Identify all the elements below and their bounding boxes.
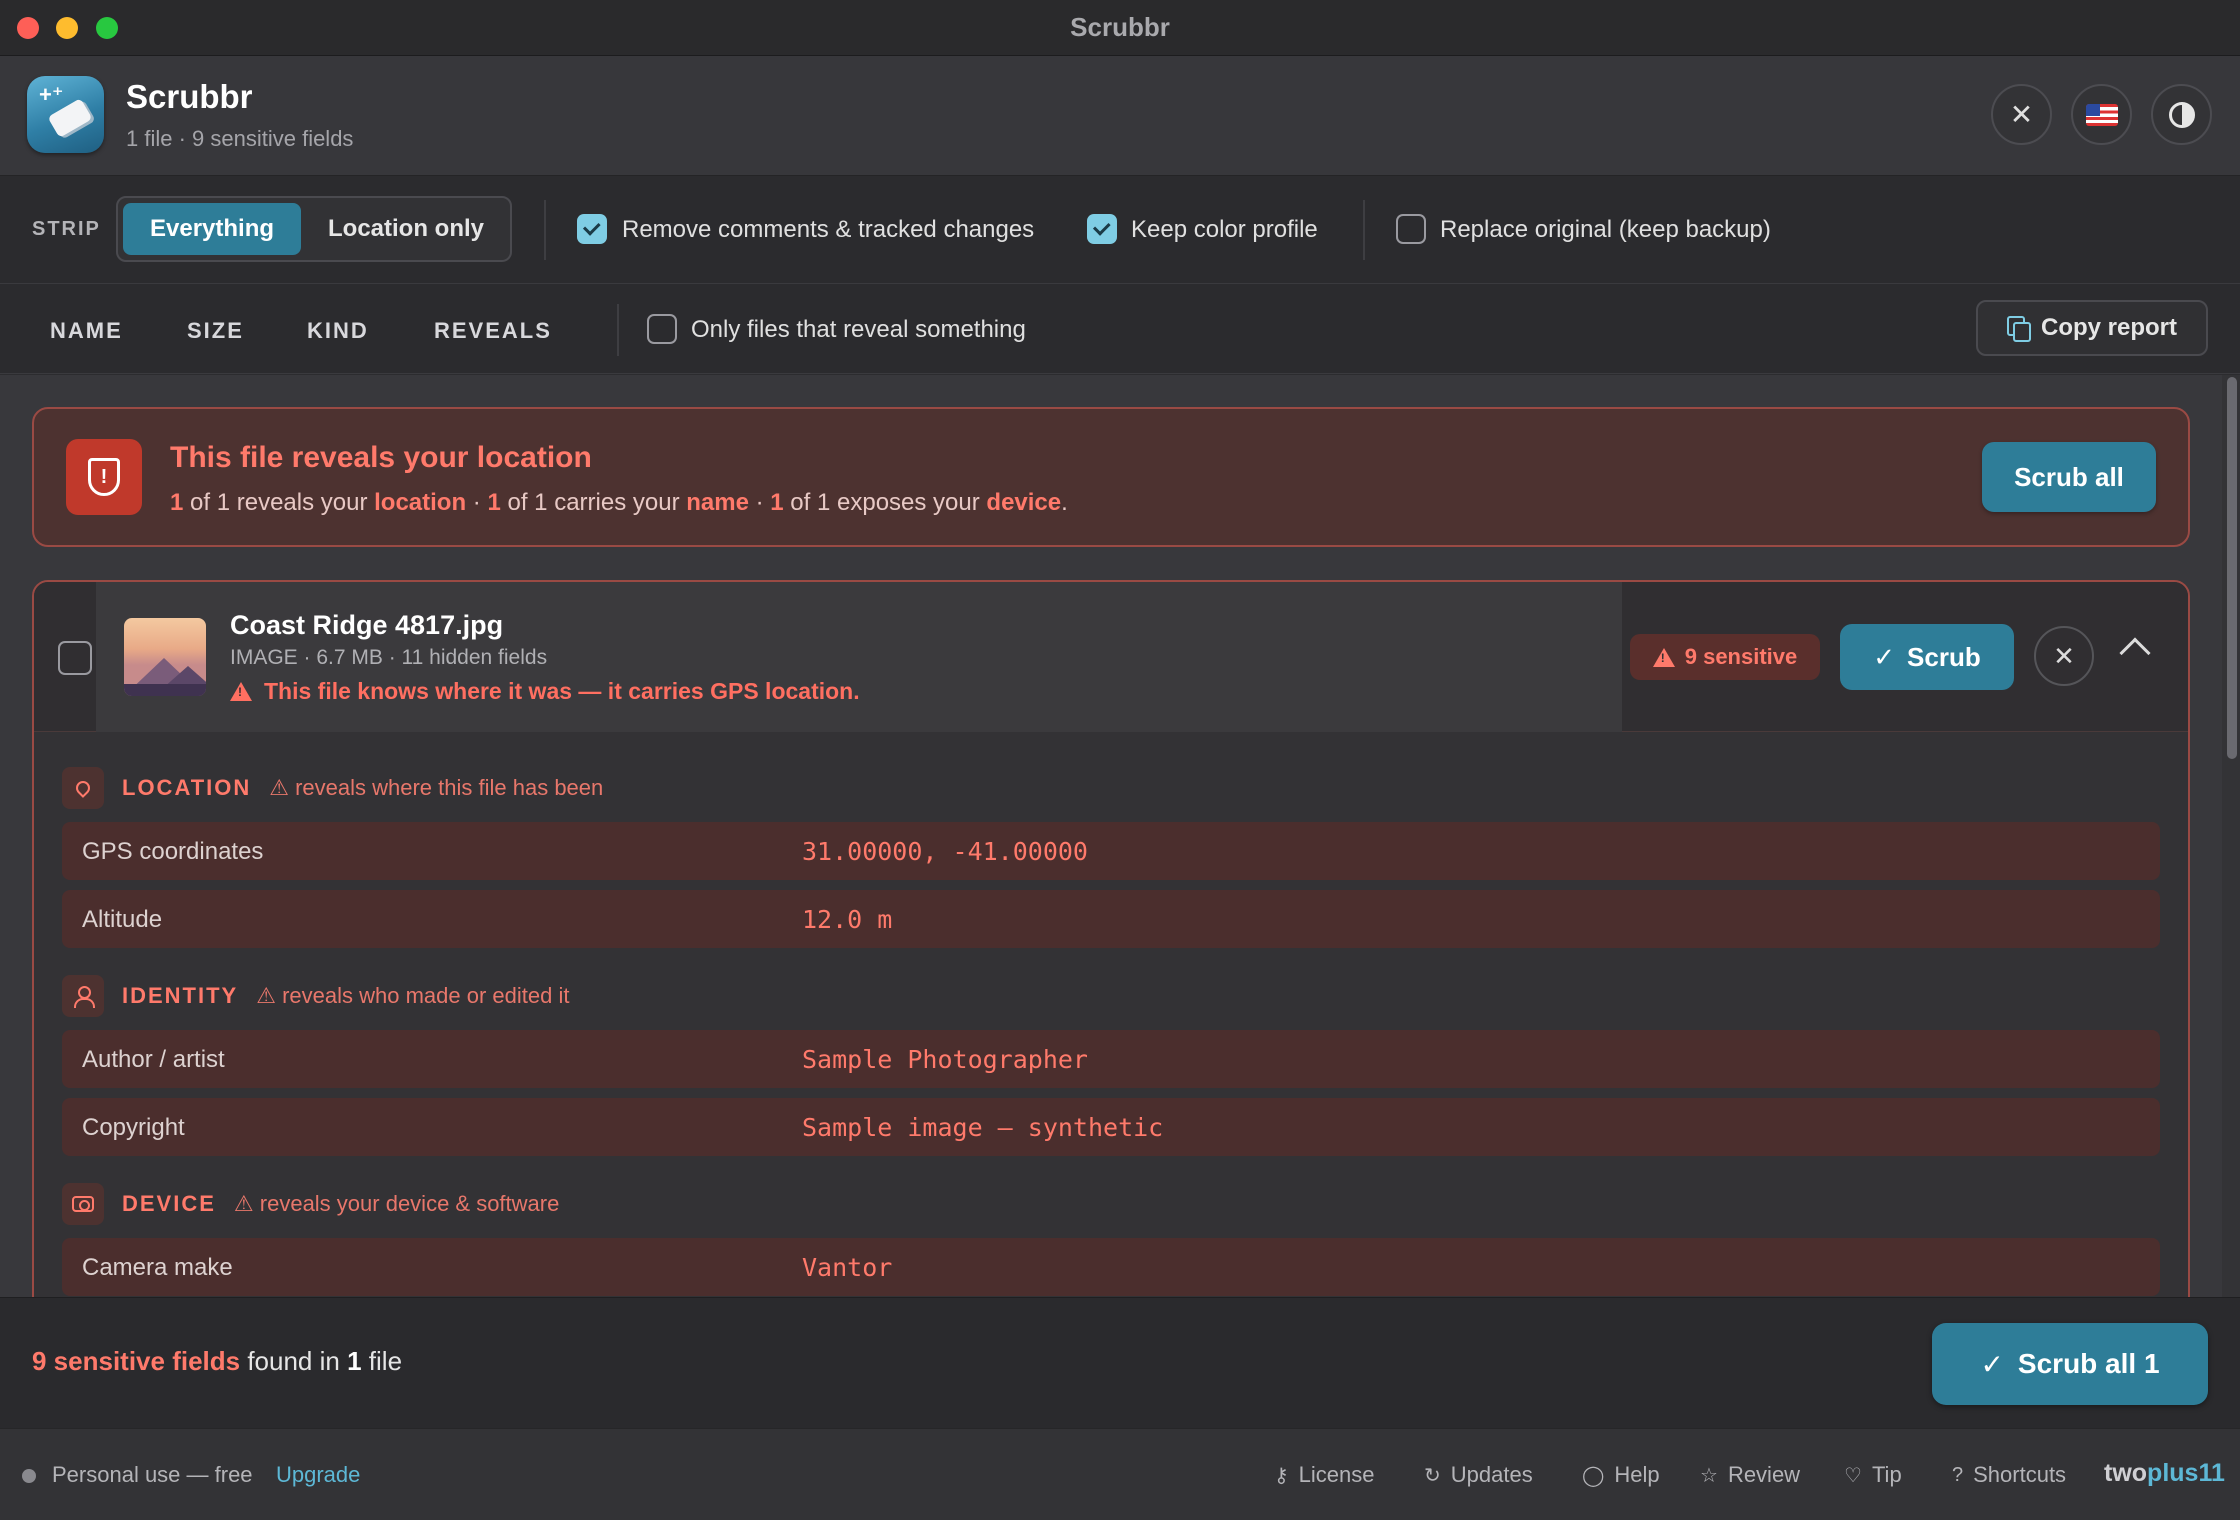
metadata-field-row: Altitude 12.0 m <box>62 890 2160 948</box>
replace-original-checkbox[interactable] <box>1396 214 1426 244</box>
file-thumbnail <box>124 618 206 696</box>
file-row[interactable]: Coast Ridge 4817.jpg IMAGE · 6.7 MB · 11… <box>34 582 2188 732</box>
shortcuts-link[interactable]: ? Shortcuts <box>1952 1462 2066 1488</box>
copy-report-label: Copy report <box>2040 314 2177 341</box>
device-section-header: DEVICE ⚠ reveals your device & software <box>62 1182 559 1226</box>
checkmark-icon: ✓ <box>1873 641 1896 672</box>
scrub-all-files-button[interactable]: ✓ Scrub all 1 <box>1932 1323 2208 1405</box>
location-section-header: LOCATION ⚠ reveals where this file has b… <box>62 766 603 810</box>
keep-color-profile-checkbox[interactable] <box>1087 214 1117 244</box>
remove-file-button[interactable]: ✕ <box>2034 626 2094 686</box>
app-subtitle: 1 file · 9 sensitive fields <box>126 126 354 151</box>
status-dot-icon <box>22 1469 36 1483</box>
divider <box>617 304 619 356</box>
star-icon: ☆ <box>1700 1464 1718 1487</box>
contrast-icon <box>2168 101 2195 128</box>
file-name: Coast Ridge 4817.jpg <box>230 610 504 640</box>
only-revealing-filter-label: Only files that reveal something <box>691 316 1026 343</box>
camera-icon <box>62 1183 104 1225</box>
app-header: +⁺ Scrubbr 1 file · 9 sensitive fields ✕ <box>0 56 2240 176</box>
divider <box>544 200 546 260</box>
file-meta: IMAGE · 6.7 MB · 11 hidden fields <box>230 646 548 669</box>
vertical-scrollbar[interactable] <box>2222 375 2240 1297</box>
identity-section-header: IDENTITY ⚠ reveals who made or edited it <box>62 974 569 1018</box>
title-bar: Scrubbr <box>0 0 2240 56</box>
app-logo-icon: +⁺ <box>27 76 104 153</box>
checkmark-icon: ✓ <box>1980 1348 2004 1380</box>
sort-size-header[interactable]: SIZE <box>187 318 244 344</box>
file-card: Coast Ridge 4817.jpg IMAGE · 6.7 MB · 11… <box>32 580 2190 1297</box>
sort-kind-header[interactable]: KIND <box>307 318 369 344</box>
tip-link[interactable]: ♡ Tip <box>1844 1462 1902 1488</box>
shield-alert-icon: ! <box>66 439 142 515</box>
license-link[interactable]: ⚷ License <box>1274 1462 1375 1488</box>
close-icon: ✕ <box>2053 640 2075 671</box>
refresh-icon: ↻ <box>1424 1464 1441 1487</box>
remove-comments-checkbox[interactable] <box>577 214 607 244</box>
collapse-chevron-up-icon[interactable] <box>2119 637 2151 669</box>
remove-comments-label: Remove comments & tracked changes <box>622 216 1035 243</box>
language-button[interactable] <box>2071 84 2132 145</box>
scrub-file-button[interactable]: ✓ Scrub <box>1840 624 2014 690</box>
mode-location-only-button[interactable]: Location only <box>308 203 504 255</box>
sort-name-header[interactable]: NAME <box>50 318 123 344</box>
close-icon: ✕ <box>2009 99 2034 130</box>
warning-icon <box>230 682 252 701</box>
scrollbar-thumb[interactable] <box>2227 377 2237 759</box>
us-flag-icon <box>2085 103 2118 126</box>
app-name: Scrubbr <box>126 78 253 115</box>
divider <box>1363 200 1365 260</box>
app-window: Scrubbr +⁺ Scrubbr 1 file · 9 sensitive … <box>0 0 2240 1520</box>
alert-title: This file reveals your location <box>170 441 592 474</box>
strip-label: STRIP <box>32 218 101 240</box>
location-pin-icon <box>62 767 104 809</box>
sensitive-count-badge: 9 sensitive <box>1630 634 1820 680</box>
chat-bubble-icon: ◯ <box>1582 1464 1605 1487</box>
upgrade-link[interactable]: Upgrade <box>276 1462 360 1488</box>
summary-text: 9 sensitive fields found in 1 file <box>32 1346 403 1376</box>
theme-toggle-button[interactable] <box>2151 84 2212 145</box>
metadata-field-row: Camera make Vantor <box>62 1238 2160 1296</box>
key-icon: ⚷ <box>1274 1464 1289 1487</box>
copy-report-button[interactable]: Copy report <box>1976 300 2208 356</box>
heart-icon: ♡ <box>1844 1464 1862 1487</box>
scrub-all-banner-button[interactable]: Scrub all <box>1982 442 2156 512</box>
copy-icon <box>2006 316 2031 342</box>
file-warning: This file knows where it was — it carrie… <box>230 678 860 705</box>
brand-logo[interactable]: twoplus11 <box>2104 1459 2225 1488</box>
location-alert-banner: ! This file reveals your location 1 of 1… <box>32 407 2190 547</box>
clear-button[interactable]: ✕ <box>1991 84 2052 145</box>
sparkle-icon: +⁺ <box>39 82 64 107</box>
strip-mode-segmented-control: Everything Location only <box>116 196 512 262</box>
mode-everything-button[interactable]: Everything <box>123 203 301 255</box>
window-title: Scrubbr <box>1070 12 1170 42</box>
updates-link[interactable]: ↻ Updates <box>1424 1462 1533 1488</box>
metadata-field-row: Author / artist Sample Photographer <box>62 1030 2160 1088</box>
alert-description: 1 of 1 reveals your location · 1 of 1 ca… <box>170 489 1068 516</box>
keep-color-profile-label: Keep color profile <box>1131 216 1318 243</box>
only-revealing-filter-checkbox[interactable] <box>647 314 677 344</box>
summary-bar: 9 sensitive fields found in 1 file ✓ Scr… <box>0 1297 2240 1428</box>
file-select-checkbox[interactable] <box>58 641 92 675</box>
metadata-field-row: GPS coordinates 31.00000, -41.00000 <box>62 822 2160 880</box>
strip-toolbar: STRIP Everything Location only Remove co… <box>0 176 2240 284</box>
footer-bar: Personal use — free Upgrade ⚷ License ↻ Up… <box>0 1428 2240 1520</box>
replace-original-label: Replace original (keep backup) <box>1440 216 1771 243</box>
sort-reveals-header[interactable]: REVEALS <box>434 318 552 344</box>
person-icon <box>62 975 104 1017</box>
column-header-bar: NAME SIZE KIND REVEALS Only files that r… <box>0 284 2240 374</box>
help-link[interactable]: ◯ Help <box>1582 1462 1660 1488</box>
question-icon: ? <box>1952 1463 1964 1486</box>
review-link[interactable]: ☆ Review <box>1700 1462 1800 1488</box>
file-list-content: ! This file reveals your location 1 of 1… <box>0 375 2240 1297</box>
metadata-field-row: Copyright Sample image — synthetic <box>62 1098 2160 1156</box>
warning-icon <box>1652 647 1675 667</box>
plan-label: Personal use — free <box>52 1462 253 1487</box>
